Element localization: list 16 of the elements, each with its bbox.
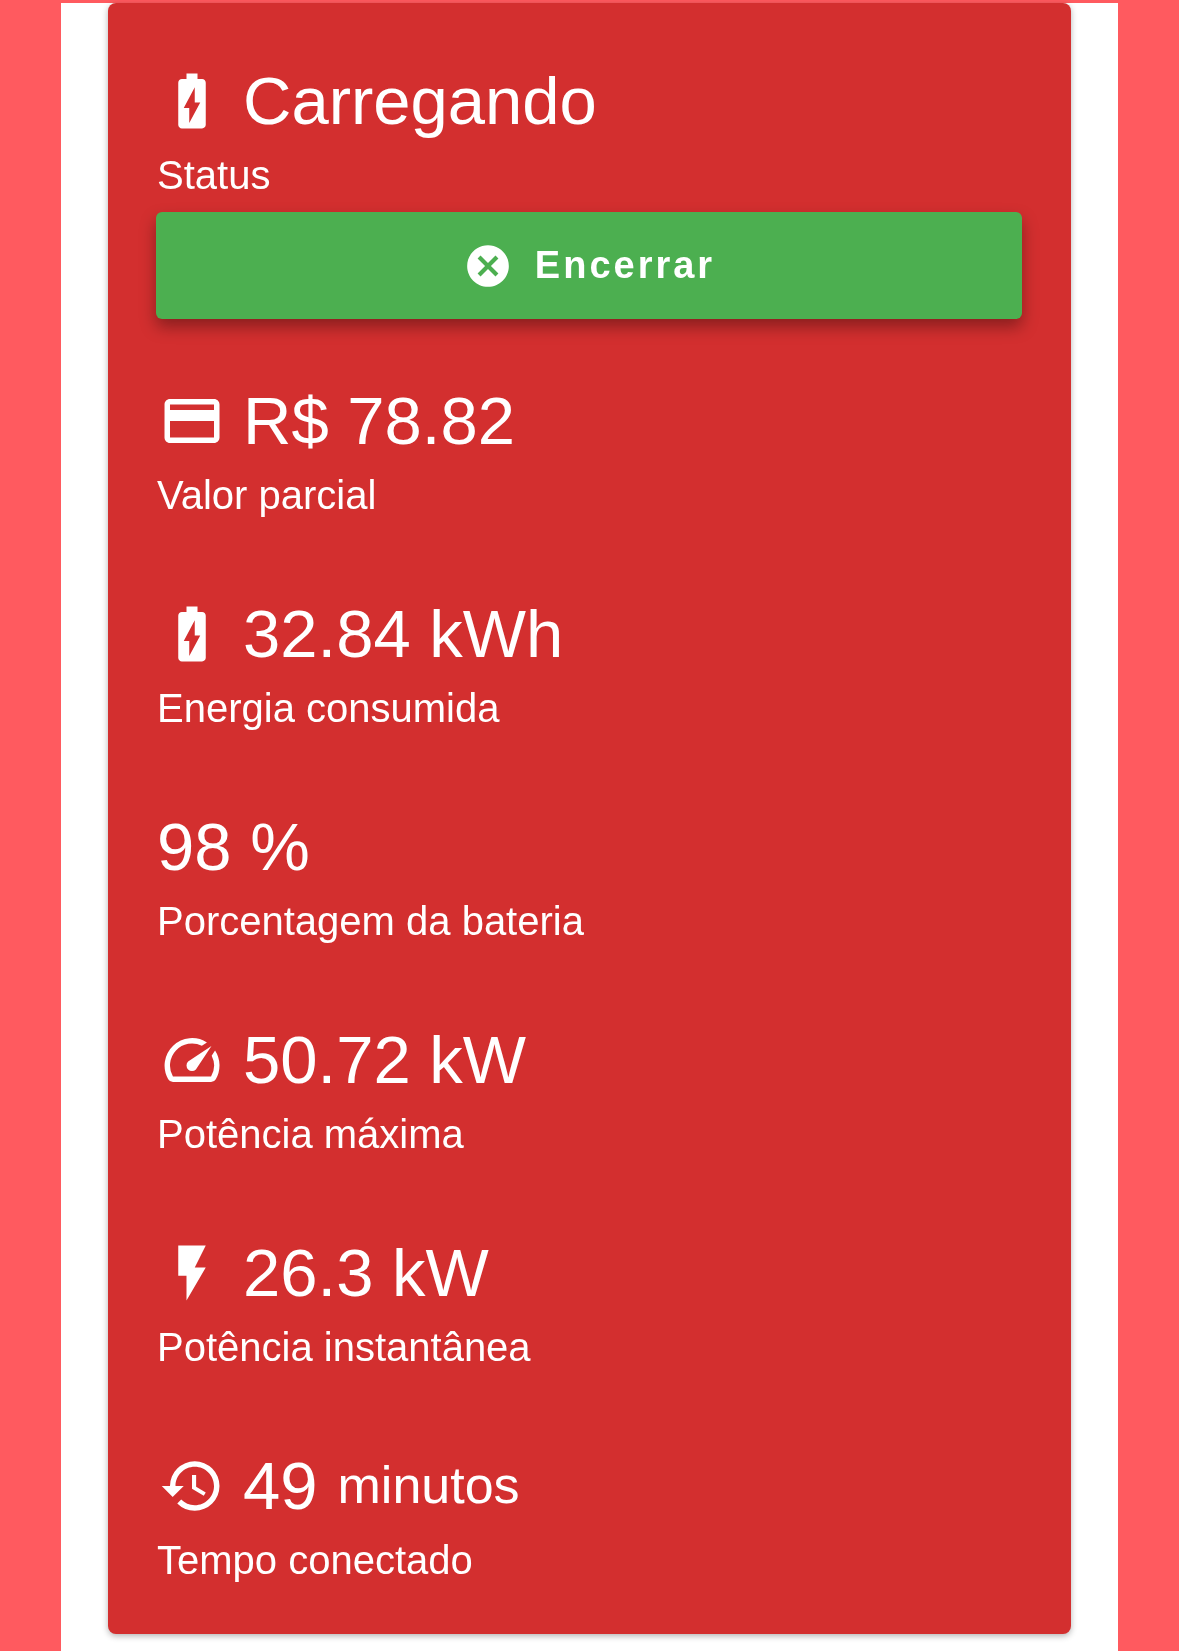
metric-label: Status [157, 152, 272, 199]
end-button[interactable]: Encerrar [156, 212, 1022, 319]
metric-value: 49 [243, 1449, 318, 1523]
metric-label: Potência instantânea [157, 1324, 532, 1371]
metric-value: 50.72 kW [243, 1023, 527, 1097]
metric-value: 26.3 kW [243, 1236, 489, 1310]
metric-value: 32.84 kWh [243, 597, 564, 671]
metric-value: R$ 78.82 [243, 384, 515, 458]
metric-value: 98 % [157, 810, 310, 884]
metric-label: Porcentagem da bateria [157, 898, 585, 945]
metric-label: Valor parcial [157, 472, 378, 519]
metric-label: Tempo conectado [157, 1537, 474, 1584]
metric-label: Energia consumida [157, 685, 501, 732]
metric-label: Potência máxima [157, 1111, 465, 1158]
metric-value: Carregando [243, 64, 597, 138]
metric-unit: minutos [337, 1457, 520, 1515]
